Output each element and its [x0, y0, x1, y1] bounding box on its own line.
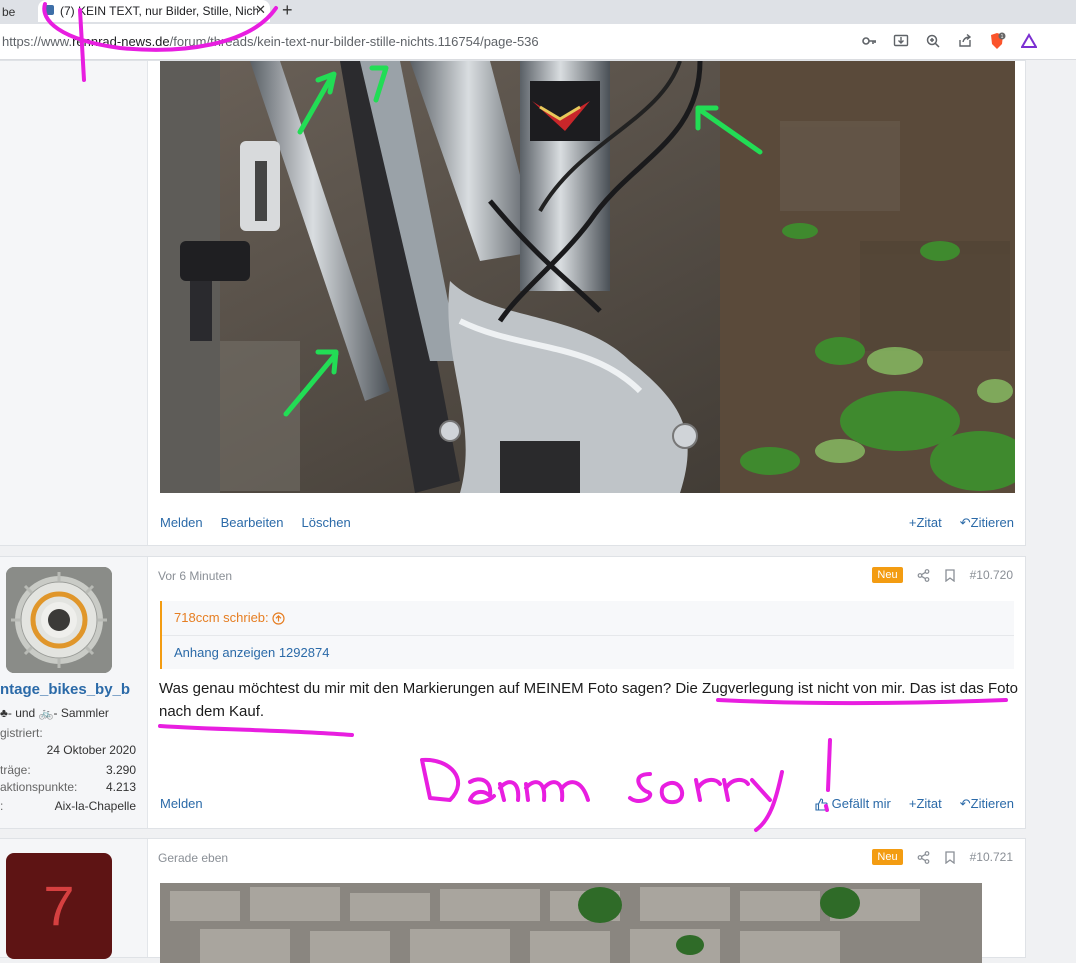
report-link[interactable]: Melden	[160, 515, 203, 530]
bookmark-icon[interactable]	[944, 850, 956, 865]
url-domain: rennrad-news.de	[72, 34, 170, 49]
address-bar[interactable]: https://www.rennrad-news.de/forum/thread…	[0, 24, 1076, 60]
url-prefix: https://www.	[2, 34, 73, 49]
reply-quote-button[interactable]: ↶Zitieren	[960, 515, 1014, 531]
like-button[interactable]: Gefällt mir	[815, 796, 891, 812]
new-badge: Neu	[872, 567, 903, 583]
quote-author-text: 718ccm schrieb:	[174, 610, 269, 625]
post-actions: Melden Bearbeiten Löschen +Zitat ↶Zitieren	[160, 515, 1014, 535]
stat-value: 3.290	[105, 763, 136, 777]
like-label: Gefällt mir	[831, 796, 891, 811]
url-text[interactable]: https://www.rennrad-news.de/forum/thread…	[2, 34, 539, 49]
reply-icon: ↶	[959, 796, 971, 811]
url-path: /forum/threads/kein-text-nur-bilder-stil…	[169, 34, 539, 49]
stat-label: aktionspunkte:	[0, 780, 78, 794]
user-sidebar: 7	[0, 839, 148, 959]
tab-title: (7) KEIN TEXT, nur Bilder, Stille, Nicht…	[60, 4, 258, 18]
user-title: ♣- und 🚲- Sammler	[0, 706, 109, 720]
brave-shield-icon[interactable]: 1	[988, 32, 1006, 50]
username[interactable]: ntage_bikes_by_b	[0, 681, 130, 698]
install-app-icon[interactable]	[892, 32, 910, 50]
share-icon[interactable]	[917, 850, 930, 865]
forum-post: ntage_bikes_by_b ♣- und 🚲- Sammler gistr…	[0, 556, 1026, 829]
new-tab-icon[interactable]: +	[282, 0, 293, 20]
key-icon[interactable]	[860, 32, 878, 50]
post-image[interactable]	[160, 61, 1015, 493]
stat-value: Aix-la-Chapelle	[54, 799, 136, 813]
reply-quote-label: Zitieren	[970, 515, 1014, 530]
report-link[interactable]: Melden	[160, 796, 203, 811]
avatar[interactable]: 7	[6, 853, 112, 959]
thumbs-up-icon	[815, 796, 832, 811]
delete-link[interactable]: Löschen	[302, 515, 351, 530]
tab-close-icon[interactable]: ✕	[255, 2, 266, 18]
post-time[interactable]: Vor 6 Minuten	[158, 569, 232, 583]
svg-text:1: 1	[1001, 34, 1004, 40]
forum-post: Melden Bearbeiten Löschen +Zitat ↶Zitieren	[0, 60, 1026, 546]
quote-divider	[162, 635, 1014, 636]
bookmark-icon[interactable]	[944, 568, 956, 583]
bike-icon: 🚲	[38, 706, 54, 720]
quote-author[interactable]: 718ccm schrieb:	[174, 610, 285, 625]
post-image[interactable]	[160, 883, 982, 963]
post-message: Was genau möchtest du mir mit den Markie…	[159, 680, 1018, 720]
stat-value: 24 Oktober 2020	[46, 743, 136, 757]
post-actions: Melden Gefällt mir +Zitat ↶Zitieren	[160, 796, 1014, 816]
club-icon: ♣	[0, 706, 8, 720]
user-title-part2: - Sammler	[53, 706, 109, 720]
user-sidebar	[0, 61, 148, 545]
multi-quote-button[interactable]: +Zitat	[909, 796, 942, 812]
post-meta: Neu #10.720	[872, 567, 1013, 583]
share-icon[interactable]	[917, 568, 930, 583]
edit-link[interactable]: Bearbeiten	[221, 515, 284, 530]
user-sidebar: ntage_bikes_by_b ♣- und 🚲- Sammler gistr…	[0, 557, 148, 828]
page-content: Melden Bearbeiten Löschen +Zitat ↶Zitieren	[0, 60, 1076, 963]
address-bar-icons: 1	[860, 32, 1038, 50]
new-badge: Neu	[872, 849, 903, 865]
user-title-part1: - und	[7, 706, 36, 720]
attachment-link[interactable]: Anhang anzeigen 1292874	[174, 645, 329, 660]
stat-value: 4.213	[105, 780, 136, 794]
tab-previous[interactable]: be	[0, 2, 28, 22]
post-time[interactable]: Gerade eben	[158, 851, 228, 865]
multi-quote-button[interactable]: +Zitat	[909, 515, 942, 531]
multi-quote-label: Zitat	[916, 515, 942, 530]
reply-quote-button[interactable]: ↶Zitieren	[960, 796, 1014, 812]
forum-post: 7 Gerade eben Neu #10.721	[0, 838, 1026, 963]
stat-label: gistriert:	[0, 726, 43, 740]
browser-tab-bar: be (7) KEIN TEXT, nur Bilder, Stille, Ni…	[0, 0, 1076, 24]
stat-label: träge:	[0, 763, 31, 777]
reply-quote-label: Zitieren	[970, 796, 1014, 811]
avatar[interactable]	[6, 567, 112, 673]
share-icon[interactable]	[956, 32, 974, 50]
post-number[interactable]: #10.720	[970, 568, 1013, 582]
brave-rewards-icon[interactable]	[1020, 32, 1038, 50]
post-meta: Neu #10.721	[872, 849, 1013, 865]
quote-block: 718ccm schrieb: Anhang anzeigen 1292874	[160, 601, 1014, 669]
tab-active[interactable]: (7) KEIN TEXT, nur Bilder, Stille, Nicht…	[38, 0, 270, 22]
zoom-icon[interactable]	[924, 32, 942, 50]
arrow-up-circle-icon[interactable]	[272, 610, 285, 625]
reply-icon: ↶	[959, 515, 971, 530]
post-number[interactable]: #10.721	[970, 850, 1013, 864]
site-favicon-icon	[44, 5, 54, 15]
multi-quote-label: Zitat	[916, 796, 942, 811]
stat-label: :	[0, 799, 4, 813]
